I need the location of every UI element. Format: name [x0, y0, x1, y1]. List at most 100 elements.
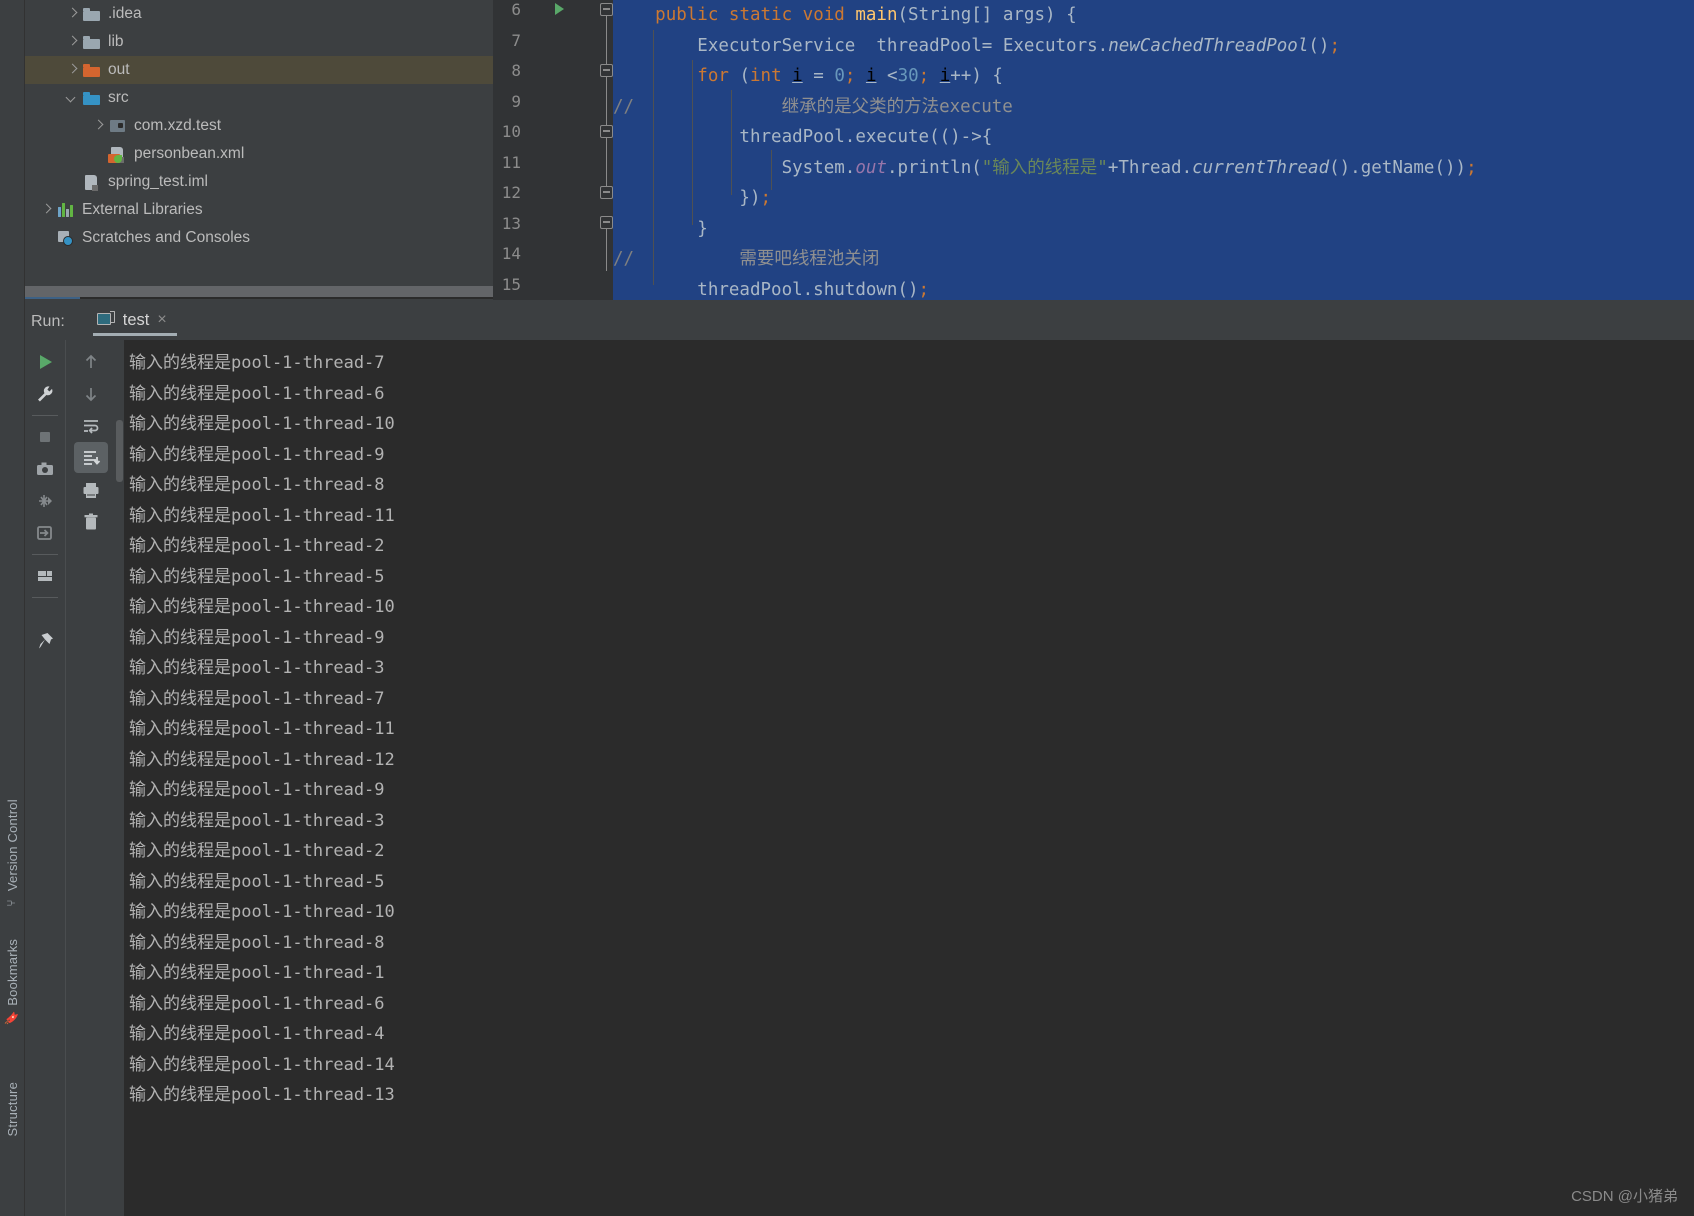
- tool-tab-label: Bookmarks: [5, 939, 20, 1006]
- console-line: 输入的线程是pool-1-thread-9: [129, 627, 385, 648]
- soft-wrap-button[interactable]: [74, 410, 108, 441]
- chevron-right-icon[interactable]: [65, 62, 81, 78]
- console-scrollbar-thumb[interactable]: [116, 420, 123, 482]
- console-line: 输入的线程是pool-1-thread-10: [129, 597, 395, 617]
- chevron-right-icon[interactable]: [65, 34, 81, 50]
- run-config-icon: [96, 310, 115, 328]
- code-line: ExecutorService threadPool= Executors.ne…: [613, 35, 1340, 56]
- code-line: System.out.println("输入的线程是"+Thread.curre…: [613, 157, 1477, 178]
- run-header: Run: test ×: [25, 304, 1694, 340]
- tree-item-personbean-xml[interactable]: personbean.xml: [25, 140, 493, 168]
- fold-icon[interactable]: [600, 186, 613, 199]
- libraries-icon: [57, 201, 75, 219]
- console-line: 输入的线程是pool-1-thread-3: [129, 658, 385, 678]
- close-icon[interactable]: ×: [157, 312, 166, 328]
- console-line: 输入的线程是pool-1-thread-14: [129, 1054, 395, 1075]
- tree-item-lib[interactable]: lib: [25, 28, 493, 56]
- tree-item-label: lib: [108, 33, 124, 51]
- tree-item-scratches-and-consoles[interactable]: Scratches and Consoles: [25, 224, 493, 252]
- fold-icon[interactable]: [600, 125, 613, 138]
- up-the-stack-trace-button[interactable]: [74, 346, 108, 377]
- pin-tab-button[interactable]: [28, 625, 62, 656]
- code-text-area[interactable]: public static void main(String[] args) {…: [613, 0, 1694, 300]
- screenshot-button[interactable]: [28, 453, 62, 484]
- print-button[interactable]: [74, 474, 108, 505]
- fold-icon[interactable]: [600, 3, 613, 16]
- tree-item--idea[interactable]: .idea: [25, 0, 493, 28]
- fold-region-line: [606, 77, 608, 125]
- console-line: 输入的线程是pool-1-thread-8: [129, 475, 385, 495]
- iml-file-icon: [83, 173, 101, 191]
- console-line: 输入的线程是pool-1-thread-7: [129, 353, 385, 373]
- project-tool-window[interactable]: .idea lib out src com.xzd.test personbean.xml…: [25, 0, 493, 300]
- run-label: Run:: [31, 313, 65, 330]
- chevron-right-icon[interactable]: [39, 202, 55, 218]
- line-number: 13: [501, 213, 521, 233]
- fold-icon[interactable]: [600, 216, 613, 229]
- code-line: threadPool.execute(()->{: [613, 127, 993, 147]
- console-line: 输入的线程是pool-1-thread-5: [129, 566, 385, 587]
- resume-program-button[interactable]: [28, 517, 62, 548]
- line-number: 8: [511, 61, 521, 80]
- tool-tab-label: Structure: [5, 1082, 20, 1137]
- tool-tab-bookmarks[interactable]: 🔖 Bookmarks: [0, 935, 25, 1030]
- chevron-right-icon[interactable]: [65, 6, 81, 22]
- scroll-to-end-button[interactable]: [73, 442, 108, 473]
- run-tab-test[interactable]: test ×: [92, 309, 177, 336]
- tree-item-src[interactable]: src: [25, 84, 493, 112]
- line-number: 9: [511, 91, 521, 111]
- line-number: 10: [501, 122, 521, 141]
- tree-item-out[interactable]: out: [25, 56, 493, 84]
- tree-item-label: spring_test.iml: [108, 173, 208, 191]
- console-line: 输入的线程是pool-1-thread-3: [129, 810, 385, 831]
- console-output[interactable]: 输入的线程是pool-1-thread-7 输入的线程是pool-1-thread…: [115, 340, 1694, 1216]
- tool-tab-structure[interactable]: Structure: [0, 1078, 25, 1141]
- chevron-right-icon[interactable]: [91, 118, 107, 134]
- bookmark-icon: 🔖: [5, 1011, 20, 1026]
- tool-tab-version-control[interactable]: ⑂ Version Control: [0, 795, 25, 912]
- run-tool-window: Run: test × 输入的线程是pool-1-thread-7 输入的线程是…: [25, 300, 1694, 1216]
- folder-orange-icon: [83, 61, 101, 79]
- tree-item-label: src: [108, 89, 129, 107]
- tree-item-external-libraries[interactable]: External Libraries: [25, 196, 493, 224]
- tree-arrow-placeholder: [39, 230, 55, 246]
- clear-all-button[interactable]: [74, 506, 108, 537]
- console-line: 输入的线程是pool-1-thread-9: [129, 780, 385, 800]
- tree-item-spring-test-iml[interactable]: spring_test.iml: [25, 168, 493, 196]
- tree-item-label: .idea: [108, 5, 142, 23]
- code-line: public static void main(String[] args) {: [655, 5, 1077, 25]
- tree-item-label: personbean.xml: [134, 145, 245, 163]
- xml-spring-file-icon: [108, 145, 127, 163]
- code-editor[interactable]: 6 7 8 9 10 11 12 13 14 15 public static void main…: [493, 0, 1694, 300]
- console-line: 输入的线程是pool-1-thread-4: [129, 1024, 385, 1044]
- run-toolbar-primary: [25, 340, 65, 1216]
- console-line: 输入的线程是pool-1-thread-7: [129, 688, 385, 709]
- tree-item-label: External Libraries: [82, 201, 203, 219]
- down-the-stack-trace-button[interactable]: [74, 378, 108, 409]
- fold-region-line: [606, 138, 608, 186]
- stop-button[interactable]: [28, 421, 62, 452]
- dump-threads-button[interactable]: [28, 485, 62, 516]
- line-number: 12: [501, 183, 521, 202]
- line-number: 6: [511, 0, 521, 19]
- console-line: 输入的线程是pool-1-thread-10: [129, 902, 395, 922]
- toolbar-separator: [32, 554, 58, 555]
- editor-gutter[interactable]: 6 7 8 9 10 11 12 13 14 15: [493, 0, 613, 300]
- layout-settings-button[interactable]: [28, 560, 62, 591]
- project-panel-underline: [25, 297, 493, 299]
- project-horizontal-scrollbar[interactable]: [25, 286, 493, 297]
- rerun-button[interactable]: [28, 346, 62, 377]
- tree-arrow-placeholder: [91, 146, 107, 162]
- fold-region-line: [606, 229, 608, 271]
- chevron-down-icon[interactable]: [65, 90, 81, 106]
- tree-item-com-xzd-test[interactable]: com.xzd.test: [25, 112, 493, 140]
- package-icon: [109, 117, 127, 135]
- run-gutter-icon[interactable]: [555, 3, 564, 15]
- code-line: // 继承的是父类的方法execute: [613, 96, 1013, 117]
- console-line: 输入的线程是pool-1-thread-9: [129, 444, 385, 465]
- edit-configurations-button[interactable]: [28, 378, 62, 409]
- folder-blue-icon: [83, 89, 101, 107]
- console-line: 输入的线程是pool-1-thread-12: [129, 749, 395, 770]
- fold-icon[interactable]: [600, 64, 613, 77]
- console-line: 输入的线程是pool-1-thread-1: [129, 963, 385, 983]
